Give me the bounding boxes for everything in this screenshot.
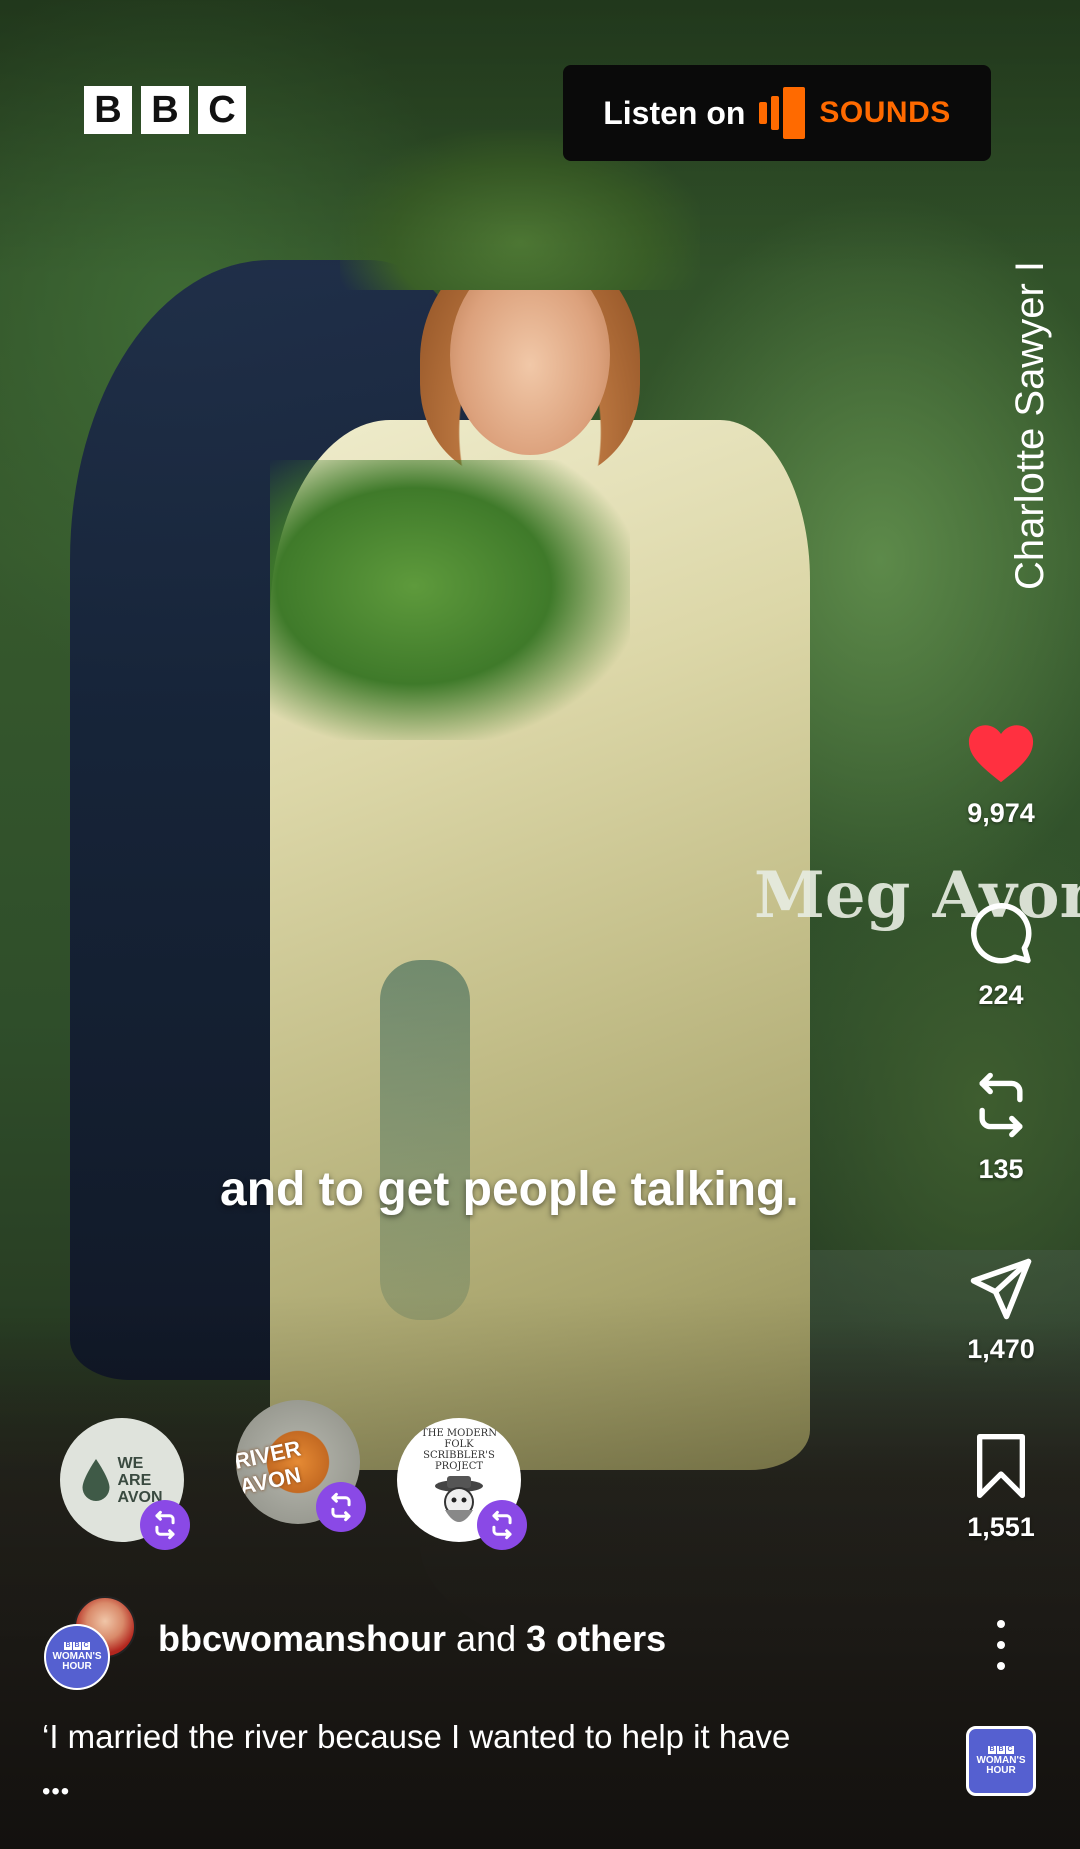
- comment-icon: [971, 903, 1032, 964]
- comment-button[interactable]: 224: [950, 900, 1052, 1011]
- bbc-letter: B: [84, 86, 132, 134]
- repost-badge-icon: [316, 1482, 366, 1532]
- avatar-label: HOUR: [62, 1661, 92, 1672]
- share-button[interactable]: 1,470: [950, 1258, 1052, 1365]
- repost-icon: [979, 1072, 1023, 1138]
- we-are-avon-text: WE ARE AVON: [117, 1455, 162, 1506]
- post-caption[interactable]: ‘I married the river because I wanted to…: [42, 1718, 790, 1756]
- repost-button[interactable]: 135: [950, 1070, 1052, 1185]
- bbc-letter: C: [198, 86, 246, 134]
- like-count: 9,974: [967, 798, 1035, 828]
- badge-line: WE: [117, 1454, 144, 1472]
- collaborator-we-are-avon[interactable]: WE ARE AVON: [60, 1418, 190, 1550]
- collaborator-modern-folk[interactable]: THE MODERN FOLK SCRIBBLER'S PROJECT: [397, 1418, 527, 1550]
- bbc-womans-hour-avatar: BBC WOMAN'S HOUR: [44, 1624, 110, 1690]
- paper-plane-icon: [970, 1258, 1032, 1320]
- author-username[interactable]: bbcwomanshour: [158, 1618, 446, 1659]
- bbc-letter: B: [141, 86, 189, 134]
- repost-badge-icon: [477, 1500, 527, 1550]
- heart-icon: [968, 725, 1034, 783]
- listen-on-label: Listen on: [603, 94, 746, 131]
- caption-more[interactable]: •••: [42, 1778, 70, 1806]
- listen-on-sounds-badge: Listen on SOUNDS: [563, 65, 991, 161]
- photo-credit: Charlotte Sawyer I: [1000, 210, 1060, 590]
- author-line[interactable]: bbcwomanshour and 3 others: [158, 1618, 666, 1660]
- sounds-brand: SOUNDS: [819, 96, 951, 129]
- thumb-label: HOUR: [986, 1765, 1016, 1776]
- repost-count: 135: [978, 1154, 1024, 1184]
- collaborator-row: WE ARE AVON RIVER AVON THE MODERN FOLK S…: [0, 1400, 1080, 1568]
- water-drop-icon: [82, 1459, 110, 1501]
- share-count: 1,470: [967, 1334, 1035, 1364]
- sounds-logo-icon: [759, 87, 806, 139]
- bbc-logo: B B C: [84, 86, 246, 134]
- author-connector: and: [456, 1618, 517, 1659]
- badge-line: ARE: [117, 1471, 152, 1489]
- audio-thumbnail[interactable]: BBC WOMAN'S HOUR: [966, 1726, 1036, 1796]
- more-options-icon[interactable]: [986, 1620, 1016, 1670]
- author-others[interactable]: 3 others: [526, 1618, 666, 1659]
- like-button[interactable]: 9,974: [950, 722, 1052, 829]
- author-avatars[interactable]: BBC WOMAN'S HOUR: [44, 1596, 136, 1690]
- repost-badge-icon: [140, 1500, 190, 1550]
- bbc-mini-logo: BBC: [988, 1746, 1014, 1754]
- bbc-mini-logo: BBC: [64, 1642, 90, 1650]
- comment-count: 224: [978, 980, 1024, 1010]
- modern-folk-text: THE MODERN FOLK SCRIBBLER'S PROJECT: [421, 1428, 497, 1472]
- collaborator-river-avon[interactable]: RIVER AVON: [236, 1400, 366, 1532]
- photo-credit-text: Charlotte Sawyer I: [1007, 260, 1052, 590]
- video-subtitle: and to get people talking.: [220, 1163, 799, 1216]
